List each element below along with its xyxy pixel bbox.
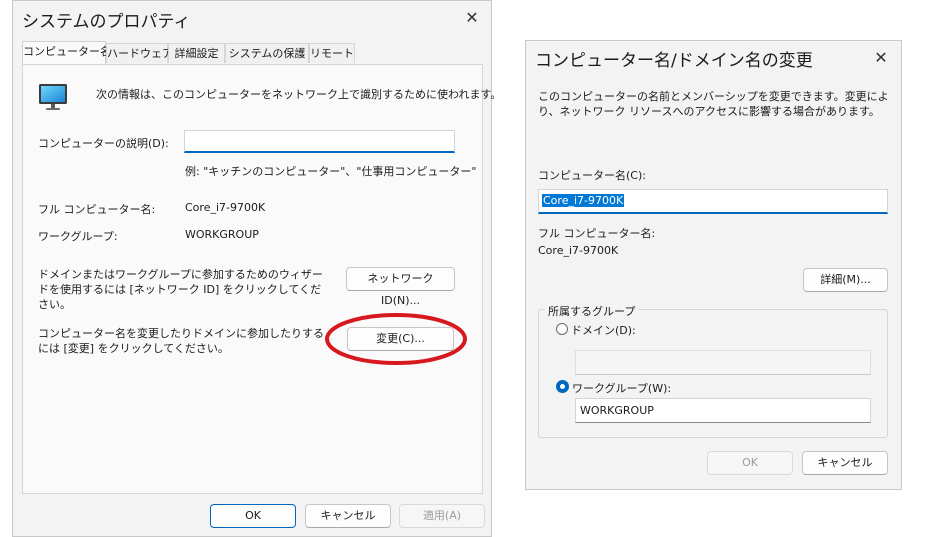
close-icon[interactable]: ✕ xyxy=(869,46,893,70)
computer-name-input[interactable]: Core_i7-9700K xyxy=(538,189,888,214)
network-id-text: ドメインまたはワークグループに参加するためのウィザードを使用するには [ネットワ… xyxy=(38,268,323,311)
rename-ok-button: OK xyxy=(707,451,793,475)
tab-hardware[interactable]: ハードウェア xyxy=(106,43,173,63)
rename-full-name-value: Core_i7-9700K xyxy=(538,244,619,257)
description-input[interactable] xyxy=(184,130,455,153)
rename-full-name-label: フル コンピューター名: xyxy=(538,227,656,240)
highlight-ellipse xyxy=(325,313,467,365)
workgroup-input-value: WORKGROUP xyxy=(580,404,654,417)
full-name-value: Core_i7-9700K xyxy=(185,201,266,214)
workgroup-label: ワークグループ: xyxy=(38,230,118,243)
workgroup-input[interactable]: WORKGROUP xyxy=(575,398,871,423)
cancel-button[interactable]: キャンセル xyxy=(305,504,391,528)
rename-dialog: コンピューター名/ドメイン名の変更 ✕ このコンピューターの名前とメンバーシップ… xyxy=(525,40,902,490)
domain-input xyxy=(575,350,871,375)
rename-dialog-title: コンピューター名/ドメイン名の変更 xyxy=(535,51,813,71)
apply-button: 適用(A) xyxy=(399,504,485,528)
tab-computer-name[interactable]: コンピューター名 xyxy=(22,41,111,64)
description-label: コンピューターの説明(D): xyxy=(38,137,169,150)
rename-description: このコンピューターの名前とメンバーシップを変更できます。変更により、ネットワーク… xyxy=(538,90,889,118)
tab-advanced[interactable]: 詳細設定 xyxy=(168,43,225,63)
computer-name-label: コンピューター名(C): xyxy=(538,169,646,182)
details-button[interactable]: 詳細(M)... xyxy=(803,268,888,292)
system-properties-dialog: システムのプロパティ ✕ コンピューター名 ハードウェア 詳細設定 システムの保… xyxy=(12,0,501,537)
tab-system-protection[interactable]: システムの保護 xyxy=(225,43,309,63)
workgroup-radio-label: ワークグループ(W): xyxy=(572,382,672,395)
monitor-icon xyxy=(38,83,68,111)
network-id-button[interactable]: ネットワーク ID(N)... xyxy=(346,267,455,307)
change-text: コンピューター名を変更したりドメインに参加したりするには [変更] をクリックし… xyxy=(38,327,324,355)
close-icon[interactable]: ✕ xyxy=(460,6,484,30)
ok-button[interactable]: OK xyxy=(210,504,296,528)
workgroup-value: WORKGROUP xyxy=(185,228,259,241)
dialog-title: システムのプロパティ xyxy=(22,12,191,32)
domain-radio[interactable] xyxy=(556,323,568,335)
workgroup-radio[interactable] xyxy=(556,380,569,393)
member-group-label: 所属するグループ xyxy=(545,303,639,319)
info-text: 次の情報は、このコンピューターをネットワーク上で識別するために使われます。 xyxy=(96,88,502,101)
domain-label: ドメイン(D): xyxy=(571,324,636,337)
example-text: 例: "キッチンのコンピューター"、"仕事用コンピューター" xyxy=(185,165,477,178)
full-name-label: フル コンピューター名: xyxy=(38,203,156,216)
tab-remote[interactable]: リモート xyxy=(309,43,355,63)
workgroup-radio-dot xyxy=(560,384,565,389)
computer-name-input-value: Core_i7-9700K xyxy=(542,194,625,207)
rename-cancel-button[interactable]: キャンセル xyxy=(802,451,888,475)
